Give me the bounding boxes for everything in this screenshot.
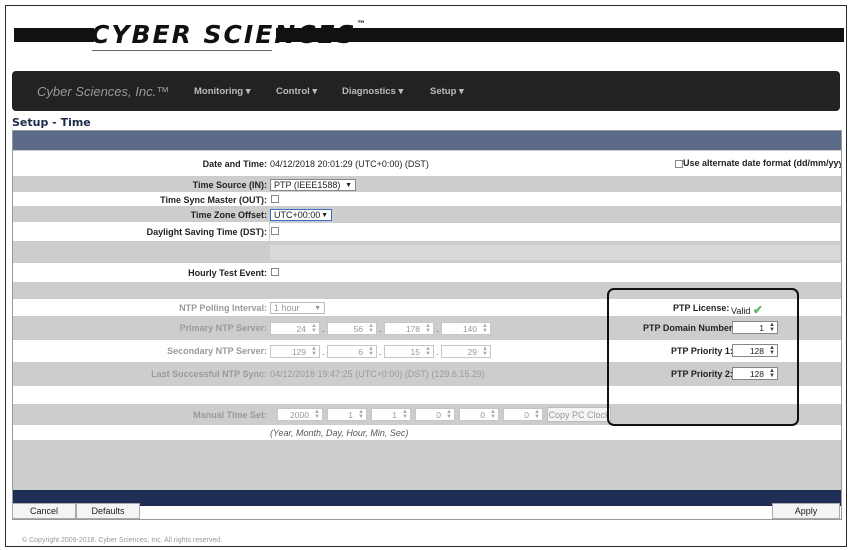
spinner-arrows-icon: ▲ ▼ <box>482 323 488 334</box>
last-sync-label: Last Successful NTP Sync: <box>151 369 267 379</box>
primary-ntp-octet-2[interactable]: 56 ▲ ▼ <box>327 322 377 335</box>
chevron-down-icon: ▼ <box>345 182 352 189</box>
spinner-arrows-icon: ▲ ▼ <box>311 346 317 357</box>
date-time-label: Date and Time: <box>202 159 267 169</box>
last-sync-value: 04/12/2018 19:47:25 (UTC+0:00) (DST) (12… <box>270 369 485 379</box>
row-time-source: Time Source (IN): PTP (IEEE1588) ▼ <box>13 176 841 192</box>
ntp-interval-label: NTP Polling Interval: <box>179 303 267 313</box>
row-tz-offset: Time Zone Offset: UTC+00:00 ▼ <box>13 206 841 222</box>
logo-bar-left <box>14 28 94 42</box>
manual-day[interactable]: 1 ▲ ▼ <box>371 408 411 421</box>
row-date-time: Date and Time: 04/12/2018 20:01:29 (UTC+… <box>13 150 841 177</box>
row-hourly-test: Hourly Test Event: <box>13 262 841 283</box>
app-window: CYBER SCIENCES™ Cyber Sciences, Inc.™ Mo… <box>5 5 847 547</box>
primary-ntp-octet-4[interactable]: 140 ▲ ▼ <box>441 322 491 335</box>
sync-master-checkbox[interactable] <box>271 195 279 203</box>
copyright-text: © Copyright 2009-2018. Cyber Sciences, I… <box>22 537 223 544</box>
manual-sec[interactable]: 0 ▲ ▼ <box>503 408 543 421</box>
secondary-ntp-octet-2[interactable]: 6 ▲ ▼ <box>327 345 377 358</box>
company-logo: CYBER SCIENCES™ <box>91 20 368 49</box>
alt-date-label: Use alternate date format (dd/mm/yyyy) <box>683 158 842 168</box>
manual-hour[interactable]: 0 ▲ ▼ <box>415 408 455 421</box>
table-header-band <box>13 131 841 150</box>
copy-pc-clock-button[interactable]: Copy PC Clock <box>547 407 611 422</box>
dst-label: Daylight Saving Time (DST): <box>146 227 267 237</box>
manual-min[interactable]: 0 ▲ ▼ <box>459 408 499 421</box>
row-sync-master: Time Sync Master (OUT): <box>13 191 841 207</box>
secondary-ntp-label: Secondary NTP Server: <box>167 346 267 356</box>
spinner-arrows-icon: ▲ ▼ <box>402 409 408 420</box>
alt-date-option: Use alternate date format (dd/mm/yyyy) <box>675 158 842 168</box>
alt-date-checkbox[interactable] <box>675 159 683 168</box>
ptp-highlight-box <box>607 288 799 426</box>
ntp-interval-select[interactable]: 1 hour ▼ <box>270 302 325 314</box>
top-navbar: Cyber Sciences, Inc.™ Monitoring ▾ Contr… <box>12 71 840 111</box>
row-spacer-1 <box>13 241 841 263</box>
row-spacer-4 <box>13 440 841 491</box>
hourly-test-checkbox[interactable] <box>271 268 279 276</box>
tz-offset-select[interactable]: UTC+00:00 ▼ <box>270 209 332 221</box>
spinner-arrows-icon: ▲ ▼ <box>425 323 431 334</box>
spinner-arrows-icon: ▲ ▼ <box>368 346 374 357</box>
sync-master-label: Time Sync Master (OUT): <box>160 195 267 205</box>
date-time-value: 04/12/2018 20:01:29 (UTC+0:00) (DST) <box>270 159 429 169</box>
defaults-button[interactable]: Defaults <box>76 503 140 519</box>
hourly-test-label: Hourly Test Event: <box>188 268 267 278</box>
manual-time-label: Manual Time Set: <box>193 410 267 420</box>
manual-time-hint: (Year, Month, Day, Hour, Min, Sec) <box>270 428 409 438</box>
tz-offset-label: Time Zone Offset: <box>190 210 267 220</box>
spinner-arrows-icon: ▲ ▼ <box>368 323 374 334</box>
spinner-arrows-icon: ▲ ▼ <box>490 409 496 420</box>
spinner-arrows-icon: ▲ ▼ <box>482 346 488 357</box>
cancel-button[interactable]: Cancel <box>12 503 76 519</box>
time-source-label: Time Source (IN): <box>192 180 267 190</box>
secondary-ntp-octet-4[interactable]: 29 ▲ ▼ <box>441 345 491 358</box>
manual-year[interactable]: 2000 ▲ ▼ <box>277 408 323 421</box>
chevron-down-icon: ▼ <box>321 212 328 219</box>
spacer-cell <box>269 244 841 261</box>
nav-control[interactable]: Control ▾ <box>276 86 317 97</box>
spinner-arrows-icon: ▲ ▼ <box>311 323 317 334</box>
logo-underline <box>92 50 272 52</box>
spinner-arrows-icon: ▲ ▼ <box>534 409 540 420</box>
page-title: Setup - Time <box>12 116 91 129</box>
navbar-brand[interactable]: Cyber Sciences, Inc.™ <box>37 84 169 99</box>
spinner-arrows-icon: ▲ ▼ <box>314 409 320 420</box>
spinner-arrows-icon: ▲ ▼ <box>425 346 431 357</box>
primary-ntp-cell <box>269 319 609 338</box>
nav-setup[interactable]: Setup ▾ <box>430 86 464 97</box>
secondary-ntp-octet-3[interactable]: 15 ▲ ▼ <box>384 345 434 358</box>
time-source-select[interactable]: PTP (IEEE1588) ▼ <box>270 179 356 191</box>
primary-ntp-octet-1[interactable]: 24 ▲ ▼ <box>270 322 320 335</box>
spinner-arrows-icon: ▲ ▼ <box>446 409 452 420</box>
secondary-ntp-octet-1[interactable]: 129 ▲ ▼ <box>270 345 320 358</box>
dst-cell <box>269 222 841 242</box>
primary-ntp-label: Primary NTP Server: <box>179 323 267 333</box>
row-manual-hint: (Year, Month, Day, Hour, Min, Sec) <box>13 424 841 441</box>
primary-ntp-octet-3[interactable]: 178 ▲ ▼ <box>384 322 434 335</box>
spinner-arrows-icon: ▲ ▼ <box>358 409 364 420</box>
nav-diagnostics[interactable]: Diagnostics ▾ <box>342 86 403 97</box>
nav-monitoring[interactable]: Monitoring ▾ <box>194 86 250 97</box>
manual-month[interactable]: 1 ▲ ▼ <box>327 408 367 421</box>
apply-button[interactable]: Apply <box>772 503 840 519</box>
logo-banner: CYBER SCIENCES™ <box>6 6 846 66</box>
row-dst: Daylight Saving Time (DST): <box>13 221 841 242</box>
chevron-down-icon: ▼ <box>314 305 321 312</box>
